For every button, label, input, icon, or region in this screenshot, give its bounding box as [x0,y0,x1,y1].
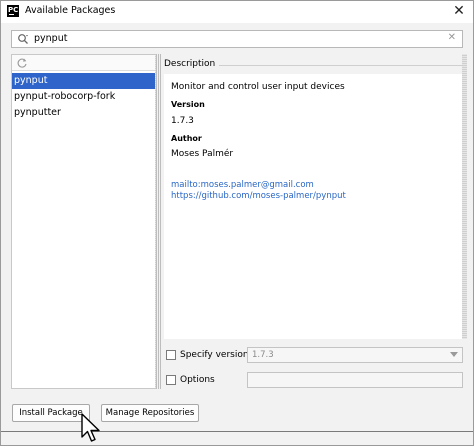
version-select[interactable]: 1.7.3 [247,347,463,363]
description-label: Description [164,59,220,69]
version-select-value: 1.7.3 [252,350,274,360]
package-list: pynput pynput-robocorp-fork pynputter [12,73,156,121]
manage-repositories-button[interactable]: Manage Repositories [101,404,199,422]
title-bar: PC Available Packages ✕ [1,1,473,23]
panel-splitter[interactable] [156,54,162,389]
description-divider [214,65,462,66]
pycharm-logo-icon: PC [7,5,19,17]
options-checkbox[interactable] [166,375,176,385]
package-list-toolbar [12,55,156,71]
package-list-item[interactable]: pynput [12,73,156,89]
project-url-link[interactable]: https://github.com/moses-palmer/pynput [171,191,346,201]
window-title: Available Packages [25,5,116,16]
author-email-link[interactable]: mailto:moses.palmer@gmail.com [171,180,314,190]
bottom-divider [1,431,473,432]
options-input[interactable] [247,372,463,388]
package-list-item[interactable]: pynputter [12,105,156,121]
install-package-button[interactable]: Install Package [12,404,90,422]
search-icon [18,34,28,44]
package-list-item[interactable]: pynput-robocorp-fork [12,89,156,105]
description-panel: Monitor and control user input devices V… [164,74,464,339]
available-packages-dialog: PC Available Packages ✕ pynput ✕ pynput p… [0,0,474,446]
mouse-pointer-icon [81,413,100,442]
options-label: Options [180,375,215,385]
package-version: 1.7.3 [171,116,194,126]
search-field[interactable]: pynput ✕ [11,30,463,48]
package-list-panel: pynput pynput-robocorp-fork pynputter [11,54,161,389]
refresh-icon[interactable] [16,57,28,69]
specify-version-checkbox[interactable] [166,350,176,360]
version-heading: Version [171,100,205,109]
description-header: Description [164,59,464,71]
close-button[interactable]: ✕ [451,3,467,19]
search-input[interactable]: pynput [34,33,67,44]
author-heading: Author [171,134,202,143]
clear-search-icon[interactable]: ✕ [448,32,456,43]
specify-version-label: Specify version [180,350,249,360]
description-scrollbar[interactable] [462,54,467,339]
app-icon-text: PC [8,6,19,14]
chevron-down-icon [450,352,458,357]
package-summary: Monitor and control user input devices [171,82,345,92]
package-author: Moses Palmér [171,149,234,159]
